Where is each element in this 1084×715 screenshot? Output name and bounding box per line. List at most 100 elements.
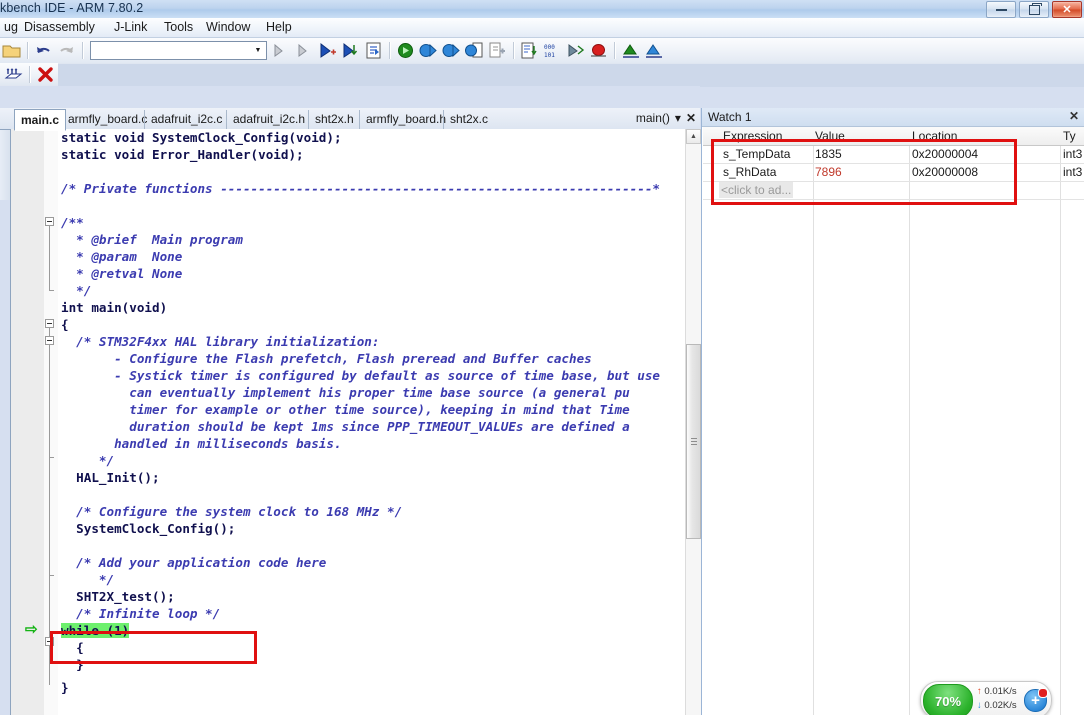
tab-adafruit-i2c-h[interactable]: adafruit_i2c.h (226, 110, 311, 129)
go-icon[interactable] (620, 40, 641, 61)
cpu-usage-indicator[interactable]: 70% (923, 684, 973, 715)
memory-window-icon[interactable]: 000 101 (542, 40, 563, 61)
chevron-down-icon[interactable]: ▾ (675, 111, 681, 125)
run-to-cursor-icon[interactable] (487, 40, 508, 61)
scroll-up-button[interactable]: ▲ (686, 129, 701, 144)
column-header-type[interactable]: Ty (1063, 128, 1076, 144)
toolbar-separator (27, 42, 28, 59)
add-tool-button[interactable]: + (1024, 688, 1048, 712)
register-window-icon[interactable] (565, 40, 586, 61)
clear-breakpoints-icon[interactable] (3, 64, 24, 85)
code-line: - Configure the Flash prefetch, Flash pr… (61, 351, 592, 366)
bookmark-next-icon[interactable] (294, 40, 315, 61)
menu-item-disassembly[interactable]: Disassembly (20, 20, 99, 35)
menu-item-window[interactable]: Window (202, 20, 254, 35)
code-line: SystemClock_Config(); (61, 521, 236, 536)
close-icon: ✕ (1062, 4, 1072, 16)
tab-main-c[interactable]: main.c (14, 109, 67, 131)
column-divider[interactable] (909, 127, 910, 715)
function-selector-label[interactable]: main() (636, 111, 670, 125)
goto-marked-icon[interactable] (340, 40, 361, 61)
editor-vertical-scrollbar[interactable]: ▲ (685, 129, 701, 715)
toolbar-primary: ▼ 000 101 (0, 38, 1084, 64)
cell-type: int3 (1063, 165, 1083, 179)
annotation-rect-watch-values (711, 139, 1017, 205)
download-arrow-icon: ↓ (977, 700, 982, 711)
menu-bar: ug Disassembly J-Link Tools Window Help (0, 18, 1084, 38)
step-over-icon[interactable] (395, 40, 416, 61)
watch-grid[interactable]: Expression Value Location Ty s_TempData … (703, 127, 1084, 715)
code-line: timer for example or other time source),… (61, 402, 630, 417)
find-combobox[interactable]: ▼ (90, 41, 267, 60)
code-line: * @brief Main program (61, 232, 243, 247)
code-line: static void Error_Handler(void); (61, 147, 304, 162)
menu-item-help[interactable]: Help (262, 20, 296, 35)
stop-debugging-icon[interactable] (35, 64, 56, 85)
tab-armfly-board-h[interactable]: armfly_board.h (359, 110, 452, 129)
network-rates: ↑ 0.01K/s ↓ 0.02K/s (977, 685, 1017, 713)
code-line: static void SystemClock_Config(void); (61, 130, 342, 145)
tab-adafruit-i2c-c[interactable]: adafruit_i2c.c (144, 110, 228, 129)
watch-title-label: Watch 1 (708, 110, 752, 124)
disassembly-window-icon[interactable] (519, 40, 540, 61)
goto-definition-icon[interactable] (317, 40, 338, 61)
redo-icon[interactable] (56, 40, 77, 61)
code-line: /* Infinite loop */ (61, 606, 221, 621)
window-controls: ✕ (986, 1, 1082, 18)
minimize-icon (995, 6, 1007, 11)
ide-window: kbench IDE - ARM 7.80.2 ✕ ug Disassembly… (0, 0, 1084, 715)
step-out-icon[interactable] (441, 40, 462, 61)
code-line: * @param None (61, 249, 183, 264)
menu-item-debug[interactable]: ug (0, 20, 22, 35)
undo-icon[interactable] (33, 40, 54, 61)
code-editor[interactable]: static void SystemClock_Config(void); st… (10, 129, 702, 715)
close-tab-icon[interactable]: ✕ (686, 111, 696, 125)
tab-sht2x-c[interactable]: sht2x.c (443, 110, 494, 129)
code-line: { (61, 317, 69, 332)
code-line: handled in milliseconds basis. (61, 436, 342, 451)
code-line: /** (61, 215, 84, 230)
code-line: * @retval None (61, 266, 183, 281)
notification-dot-icon (1038, 688, 1048, 698)
close-button[interactable]: ✕ (1052, 1, 1082, 18)
step-into-icon[interactable] (418, 40, 439, 61)
network-speed-widget[interactable]: 70% ↑ 0.01K/s ↓ 0.02K/s + (920, 681, 1052, 715)
upload-rate-label: 0.01K/s (984, 686, 1017, 697)
download-rate-label: 0.02K/s (984, 700, 1017, 711)
next-statement-icon[interactable] (464, 40, 485, 61)
tab-armfly-board-c[interactable]: armfly_board.c (61, 110, 153, 129)
toolbar-empty-area (58, 63, 1084, 87)
cell-type: int3 (1063, 147, 1083, 161)
window-title: kbench IDE - ARM 7.80.2 (0, 1, 144, 15)
open-workspace-icon[interactable] (1, 40, 22, 61)
chevron-down-icon[interactable]: ▼ (251, 43, 265, 57)
code-line: can eventually implement his proper time… (61, 385, 630, 400)
code-line: int main(void) (61, 300, 168, 315)
menu-item-jlink[interactable]: J-Link (110, 20, 151, 35)
minimize-button[interactable] (986, 1, 1016, 18)
bookmark-toggle-icon[interactable] (271, 40, 292, 61)
upload-rate-row: ↑ 0.01K/s (977, 685, 1017, 699)
maximize-button[interactable] (1019, 1, 1049, 18)
toolbar-secondary (0, 63, 1084, 87)
go-nodebug-icon[interactable] (643, 40, 664, 61)
toolbar-separator (29, 66, 30, 83)
toolbar-separator (82, 42, 83, 59)
close-icon[interactable]: ✕ (1069, 109, 1079, 123)
navigate-back-icon[interactable] (363, 40, 384, 61)
code-line: HAL_Init(); (61, 470, 160, 485)
editor-tab-controls: main() ▾ ✕ (636, 111, 696, 125)
breakpoint-icon[interactable] (588, 40, 609, 61)
column-divider[interactable] (813, 127, 814, 715)
upload-arrow-icon: ↑ (977, 686, 982, 697)
code-text[interactable]: static void SystemClock_Config(void); st… (11, 129, 671, 715)
column-divider[interactable] (1060, 127, 1061, 715)
watch-window: Watch 1 ✕ Expression Value Location Ty s… (701, 108, 1084, 715)
tab-sht2x-h[interactable]: sht2x.h (308, 110, 360, 129)
menu-item-tools[interactable]: Tools (160, 20, 197, 35)
editor-window: main.c armfly_board.c adafruit_i2c.c ada… (0, 86, 702, 715)
code-line: /* Private functions -------------------… (61, 181, 660, 196)
toolbar-separator (614, 42, 615, 59)
watch-title-bar: Watch 1 ✕ (702, 108, 1084, 127)
scrollbar-thumb[interactable] (686, 344, 701, 539)
